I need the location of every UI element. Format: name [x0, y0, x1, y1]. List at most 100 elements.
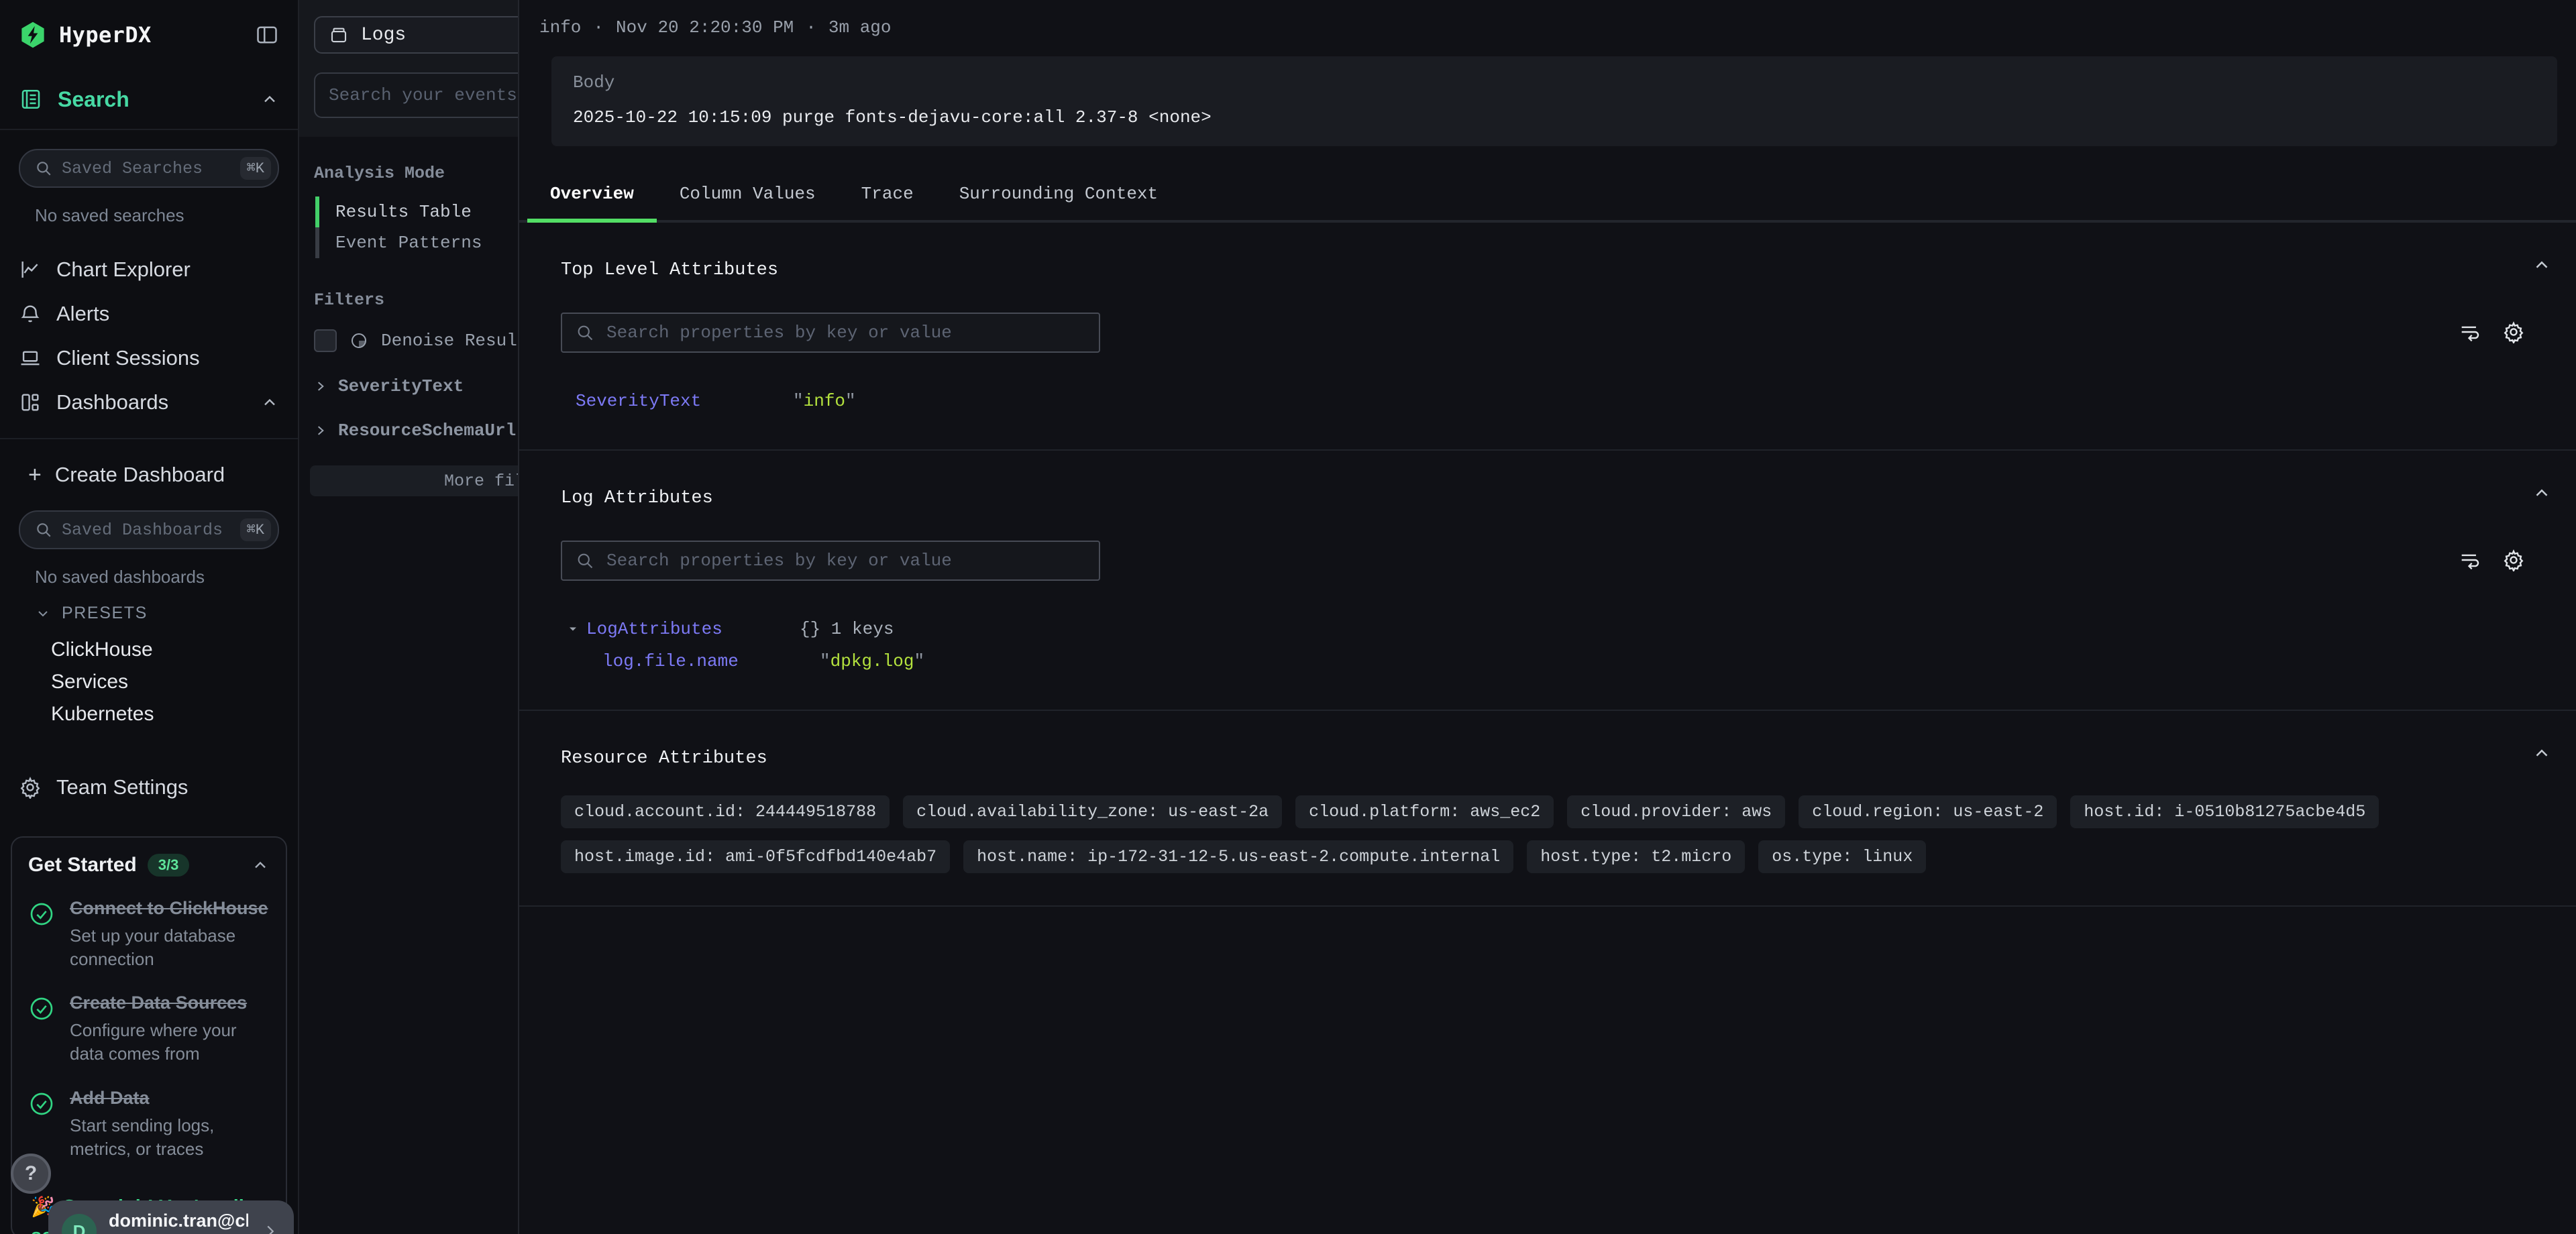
nav-item-label: Dashboards: [56, 390, 168, 414]
attribute-key[interactable]: SeverityText: [576, 391, 793, 411]
create-dashboard-button[interactable]: + Create Dashboard: [19, 453, 279, 497]
resource-attribute-chip[interactable]: host.name: ip-172-31-12-5.us-east-2.comp…: [963, 840, 1513, 873]
event-search-input[interactable]: Search your events: [314, 72, 518, 118]
tab-trace[interactable]: Trace: [839, 170, 936, 223]
wrap-lines-icon[interactable]: [2458, 321, 2481, 343]
property-search-input[interactable]: Search properties by key or value: [561, 313, 1100, 353]
filter-group-severitytext[interactable]: SeverityText: [299, 370, 518, 402]
resource-attribute-chip[interactable]: cloud.account.id: 244449518788: [561, 795, 890, 828]
section-settings-gear-icon[interactable]: [2502, 549, 2525, 571]
get-started-item-subtitle: Start sending logs, metrics, or traces: [70, 1114, 270, 1161]
get-started-header[interactable]: Get Started 3/3: [28, 854, 270, 877]
section-collapse-chevron-icon[interactable]: [2532, 255, 2552, 275]
active-indicator: [315, 197, 319, 227]
get-started-item-sources[interactable]: Create Data Sources Configure where your…: [28, 991, 270, 1066]
filter-group-label: ResourceSchemaUrl: [338, 420, 516, 441]
chevron-right-icon: [314, 424, 327, 437]
sidebar-item-chart-explorer[interactable]: Chart Explorer: [19, 247, 279, 292]
caret-down-icon[interactable]: [566, 622, 580, 636]
get-started-item-subtitle: Set up your database connection: [70, 924, 270, 971]
get-started-card: Get Started 3/3 Connect to ClickHouse Se…: [11, 836, 287, 1234]
tab-surrounding-context[interactable]: Surrounding Context: [936, 170, 1181, 223]
resource-attribute-chip[interactable]: cloud.availability_zone: us-east-2a: [903, 795, 1282, 828]
resource-attribute-chip[interactable]: host.type: t2.micro: [1527, 840, 1745, 873]
preset-item-clickhouse[interactable]: ClickHouse: [19, 634, 279, 666]
tab-column-values[interactable]: Column Values: [657, 170, 839, 223]
saved-dashboards-input[interactable]: Saved Dashboards ⌘K: [19, 510, 279, 549]
get-started-title: Get Started: [28, 854, 137, 877]
denoise-icon: [349, 331, 369, 351]
preset-item-kubernetes[interactable]: Kubernetes: [19, 698, 279, 730]
section-title: Resource Attributes: [561, 748, 2576, 769]
user-name: dominic.tran@clic...: [109, 1211, 248, 1231]
attribute-row: log.file.name "dpkg.log": [561, 645, 2576, 677]
shortcut-badge: ⌘K: [240, 157, 271, 180]
resource-attribute-chip[interactable]: cloud.region: us-east-2: [1799, 795, 2057, 828]
tab-overview[interactable]: Overview: [527, 170, 657, 223]
sidebar-item-client-sessions[interactable]: Client Sessions: [19, 336, 279, 380]
user-menu[interactable]: D dominic.tran@clic... dominic.tran@clic…: [48, 1200, 294, 1234]
denoise-results-row: Denoise Results: [299, 323, 518, 358]
chevron-right-icon: [260, 1221, 280, 1234]
presets-toggle[interactable]: PRESETS: [35, 604, 279, 623]
attribute-row: SeverityText "info": [561, 385, 2576, 417]
mode-results-table[interactable]: Results Table: [299, 197, 518, 227]
preset-label: Kubernetes: [51, 703, 154, 726]
check-circle-icon: [28, 1090, 55, 1117]
denoise-checkbox[interactable]: [314, 329, 337, 352]
chevron-up-icon: [260, 393, 279, 412]
event-timestamp: Nov 20 2:20:30 PM: [616, 17, 794, 38]
filters-label: Filters: [314, 290, 518, 310]
dashboards-grid-icon: [19, 391, 42, 414]
attribute-value[interactable]: "info": [793, 391, 856, 411]
resource-attribute-chip[interactable]: host.id: i-0510b81275acbe4d5: [2070, 795, 2379, 828]
analysis-mode-label: Analysis Mode: [314, 164, 518, 183]
property-search-placeholder: Search properties by key or value: [606, 323, 952, 343]
section-collapse-chevron-icon[interactable]: [2532, 743, 2552, 763]
resource-attribute-chip[interactable]: cloud.provider: aws: [1567, 795, 1785, 828]
avatar: D: [62, 1214, 97, 1234]
sidebar-item-alerts[interactable]: Alerts: [19, 292, 279, 336]
property-search-input[interactable]: Search properties by key or value: [561, 541, 1100, 581]
preset-item-services[interactable]: Services: [19, 666, 279, 698]
relative-time: 3m ago: [828, 17, 892, 38]
get-started-item-add-data[interactable]: Add Data Start sending logs, metrics, or…: [28, 1086, 270, 1161]
help-button[interactable]: ?: [11, 1154, 51, 1194]
mode-event-patterns[interactable]: Event Patterns: [299, 227, 518, 258]
section-collapse-chevron-icon[interactable]: [2532, 483, 2552, 503]
section-settings-gear-icon[interactable]: [2502, 321, 2525, 343]
separator-dot: ·: [806, 17, 816, 38]
get-started-item-title: Create Data Sources: [70, 991, 270, 1015]
preset-label: Services: [51, 671, 128, 693]
sidebar-item-search[interactable]: Search: [0, 70, 298, 130]
source-selector-button[interactable]: Logs: [314, 16, 518, 54]
team-settings-button[interactable]: Team Settings: [19, 765, 279, 809]
log-attributes-section: Log Attributes Search properties by key …: [519, 451, 2576, 711]
wrap-lines-icon[interactable]: [2458, 549, 2481, 571]
attribute-key[interactable]: log.file.name: [602, 651, 820, 671]
gear-icon: [19, 776, 42, 799]
chevron-down-icon: [35, 606, 51, 622]
resource-attribute-chip[interactable]: os.type: linux: [1758, 840, 1926, 873]
attribute-value[interactable]: "dpkg.log": [820, 651, 924, 671]
get-started-item-connect[interactable]: Connect to ClickHouse Set up your databa…: [28, 897, 270, 971]
section-title: Top Level Attributes: [561, 260, 2576, 280]
event-detail-panel: info · Nov 20 2:20:30 PM · 3m ago Body 2…: [518, 0, 2576, 1234]
saved-searches-input[interactable]: Saved Searches ⌘K: [19, 149, 279, 188]
sidebar-search-label: Search: [58, 87, 129, 112]
sidebar-item-dashboards[interactable]: Dashboards: [19, 380, 279, 425]
get-started-item-title: Add Data: [70, 1086, 270, 1110]
resource-attribute-chip[interactable]: cloud.platform: aws_ec2: [1295, 795, 1554, 828]
filter-group-label: SeverityText: [338, 376, 464, 396]
search-reader-icon: [19, 87, 43, 111]
attribute-key[interactable]: LogAttributes: [586, 619, 800, 639]
search-controls: Logs Search your events: [299, 0, 518, 137]
chevron-up-icon: [251, 856, 270, 875]
chevron-up-icon: [260, 90, 279, 109]
filter-group-resourceschemaurl[interactable]: ResourceSchemaUrl: [299, 414, 518, 447]
sidebar-collapse-icon[interactable]: [255, 23, 279, 47]
presets-label: PRESETS: [62, 604, 148, 623]
more-filters-button[interactable]: More filters: [310, 465, 518, 496]
shortcut-badge: ⌘K: [240, 518, 271, 541]
resource-attribute-chip[interactable]: host.image.id: ami-0f5fcdfbd140e4ab7: [561, 840, 950, 873]
